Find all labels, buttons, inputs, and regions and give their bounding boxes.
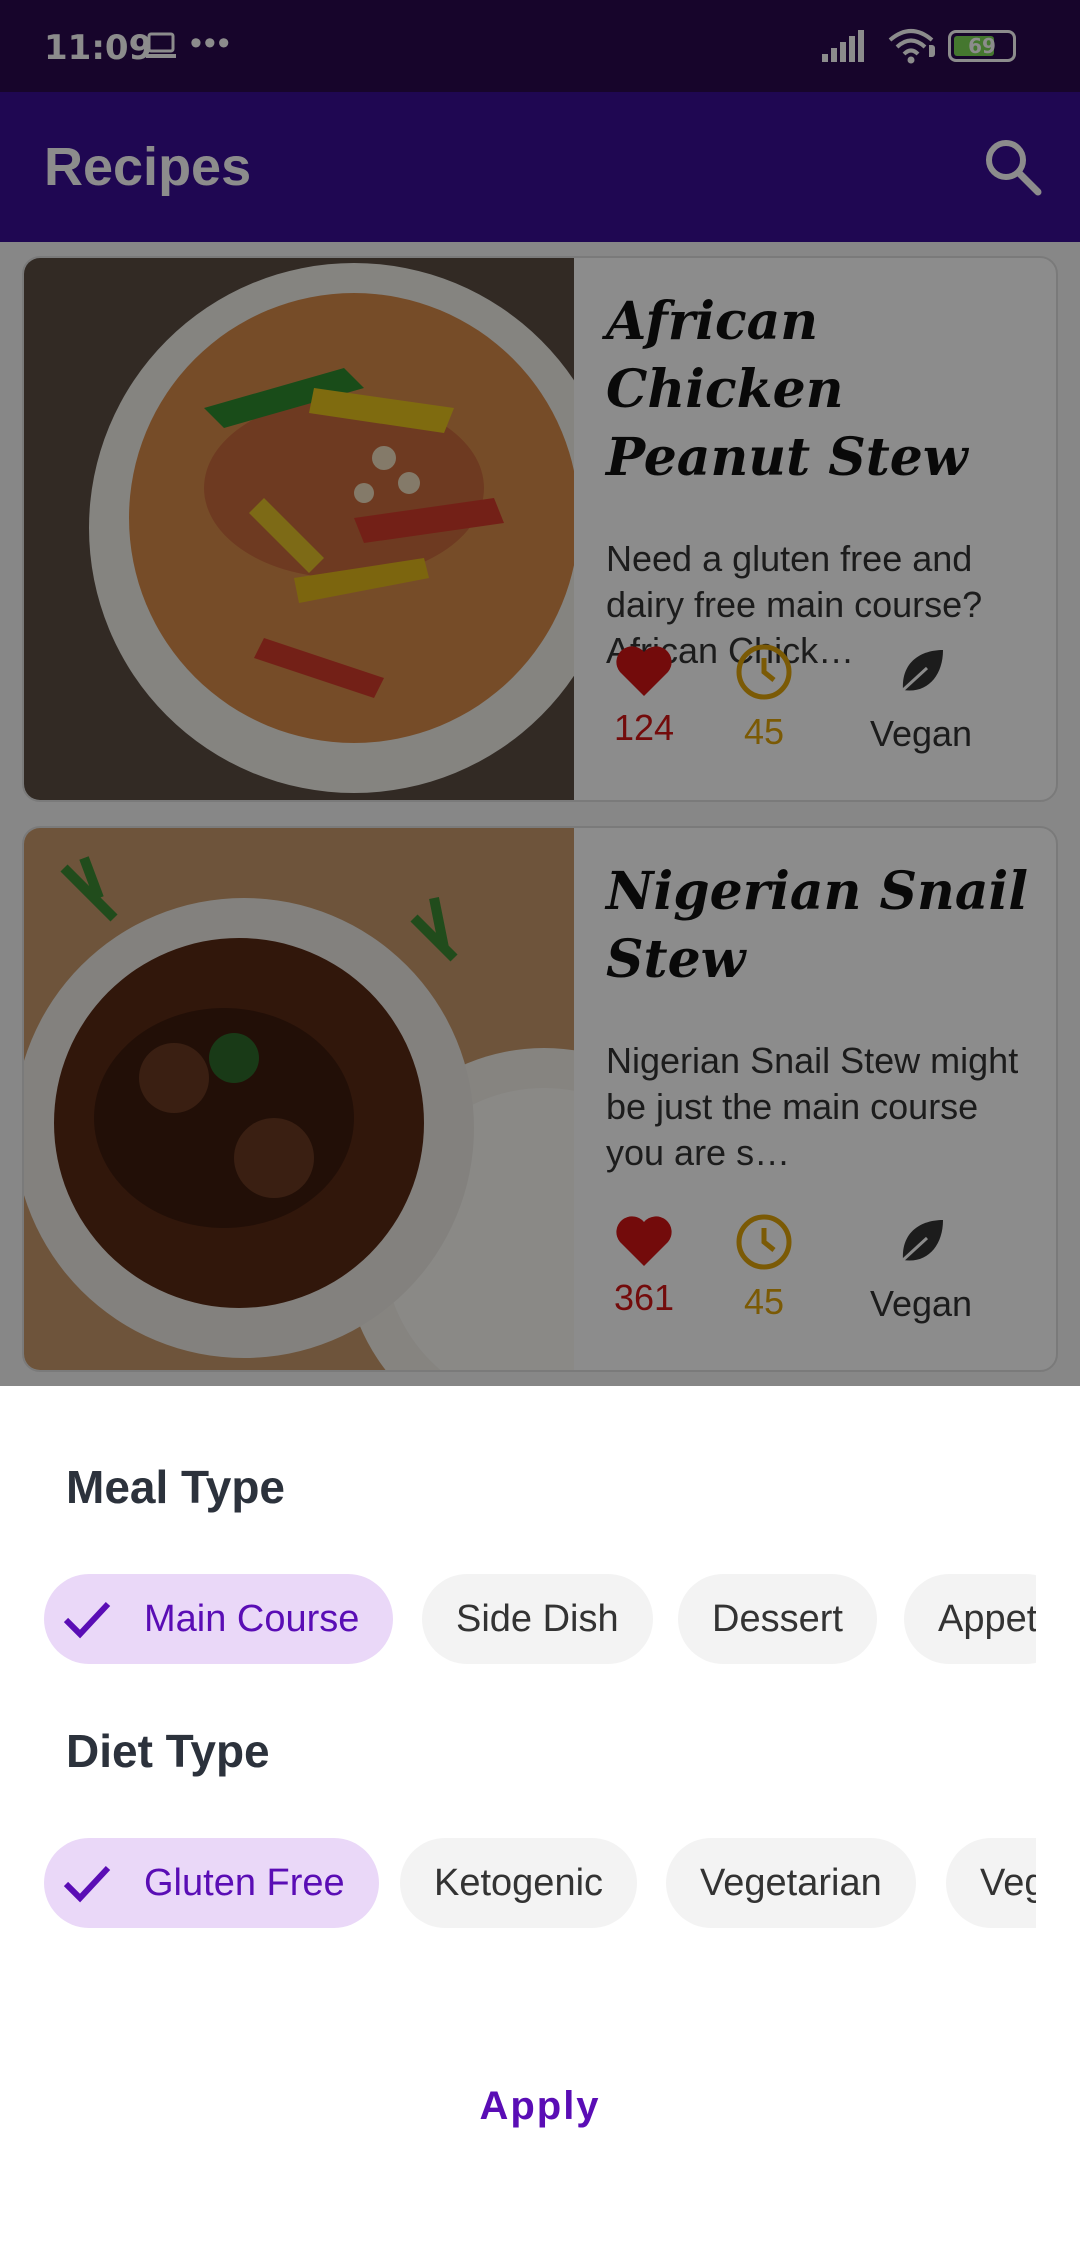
recipe-card[interactable]: Nigerian Snail Stew Nigerian Snail Stew … — [22, 826, 1058, 1372]
chip-label: Appet — [938, 1598, 1036, 1640]
leaf-icon — [901, 1220, 943, 1262]
filter-bottom-sheet: Meal Type Main Course Side Dish Dessert … — [0, 1386, 1080, 2246]
vegan-label: Vegan — [869, 1283, 973, 1324]
check-icon — [63, 1601, 111, 1639]
vegan-indicator: Vegan — [846, 642, 996, 755]
leaf-icon — [901, 650, 943, 692]
wifi-icon — [888, 29, 934, 64]
chip-label: Side Dish — [456, 1598, 619, 1640]
app-bar: Recipes — [0, 92, 1080, 242]
likes: 361 — [606, 1212, 682, 1319]
chip-ketogenic[interactable]: Ketogenic — [400, 1838, 638, 1928]
diet-type-title: Diet Type — [66, 1725, 270, 1777]
chip-appetizer[interactable]: Appet — [904, 1574, 1036, 1664]
likes-count: 124 — [613, 707, 675, 748]
cook-time: 45 — [726, 1212, 802, 1323]
chip-label: Main Course — [144, 1598, 360, 1640]
chip-label: Gluten Free — [144, 1862, 345, 1904]
chip-side-dish[interactable]: Side Dish — [422, 1574, 653, 1664]
recipe-description: Nigerian Snail Stew might be just the ma… — [606, 1040, 1019, 1173]
recipe-title: African Chicken Peanut Stew — [606, 291, 968, 488]
cook-time-minutes: 45 — [743, 711, 785, 752]
recipe-meta: 124 45 Vegan — [606, 642, 1046, 782]
chip-label: Dessert — [712, 1598, 843, 1640]
status-bar: 11:09 ••• 69 — [0, 0, 1080, 92]
heart-icon — [616, 1216, 672, 1266]
chip-dessert[interactable]: Dessert — [678, 1574, 877, 1664]
signal-icon — [822, 30, 864, 62]
likes: 124 — [606, 642, 682, 749]
diet-type-chips: Gluten Free Ketogenic Vegetarian Veg — [44, 1838, 1036, 1930]
chip-label: Ketogenic — [434, 1862, 604, 1904]
meal-type-title: Meal Type — [66, 1461, 285, 1513]
page-title: Recipes — [44, 137, 252, 197]
cook-time: 45 — [726, 642, 802, 753]
cook-time-minutes: 45 — [743, 1281, 785, 1322]
chip-main-course[interactable]: Main Course — [44, 1574, 394, 1664]
vegan-label: Vegan — [869, 713, 973, 754]
laptop-icon — [146, 32, 176, 58]
check-icon — [63, 1865, 111, 1903]
battery-icon: 69 — [929, 30, 1016, 62]
recipe-meta: 361 45 Vegan — [606, 1212, 1046, 1352]
chip-vegan[interactable]: Veg — [946, 1838, 1036, 1928]
apply-button[interactable]: Apply — [440, 2066, 640, 2146]
chip-gluten-free[interactable]: Gluten Free — [44, 1838, 379, 1928]
clock-icon — [736, 644, 792, 700]
more-notifications-icon: ••• — [190, 24, 232, 62]
recipe-card[interactable]: African Chicken Peanut Stew Need a glute… — [22, 256, 1058, 802]
battery-level: 69 — [968, 34, 996, 58]
recipe-title: Nigerian Snail Stew — [606, 861, 1029, 990]
vegan-indicator: Vegan — [846, 1212, 996, 1325]
chip-vegetarian[interactable]: Vegetarian — [666, 1838, 916, 1928]
chip-label: Veg — [980, 1862, 1036, 1904]
heart-icon — [616, 646, 672, 696]
meal-type-chips: Main Course Side Dish Dessert Appet — [44, 1574, 1036, 1666]
chip-label: Vegetarian — [700, 1862, 882, 1904]
recipe-image — [24, 828, 574, 1370]
recipe-image — [24, 258, 574, 800]
recipe-list: African Chicken Peanut Stew Need a glute… — [0, 242, 1080, 1386]
clock-icon — [736, 1214, 792, 1270]
status-time: 11:09 — [44, 28, 153, 68]
search-icon[interactable] — [982, 136, 1044, 198]
likes-count: 361 — [613, 1277, 675, 1318]
